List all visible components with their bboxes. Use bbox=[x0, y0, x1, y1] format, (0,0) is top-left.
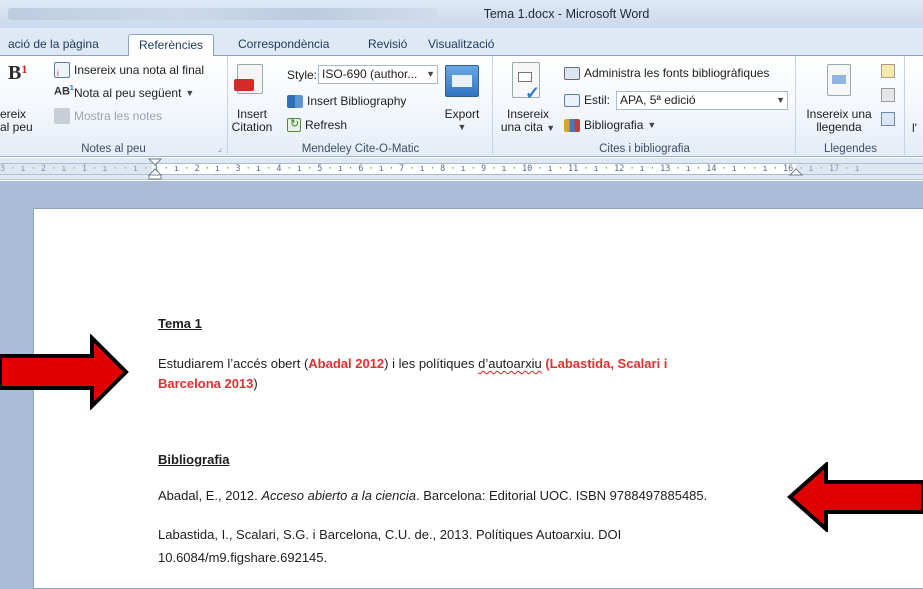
group-label-citations: Cites i bibliografia bbox=[599, 143, 690, 155]
misspelled-word: d’autoarxiu bbox=[478, 356, 542, 371]
citation-style-control: Estil: bbox=[564, 93, 610, 107]
insert-endnote-label: Insereix una nota al final bbox=[74, 63, 205, 77]
chevron-down-icon: ▼ bbox=[426, 69, 435, 79]
ruler-right-margin bbox=[796, 163, 923, 175]
export-button[interactable]: Export ▼ bbox=[440, 108, 484, 134]
chevron-down-icon: ▼ bbox=[647, 120, 657, 130]
mendeley-insert-citation-label-2: Citation bbox=[231, 120, 273, 134]
ref2-line2: 10.6084/m9.figshare.692145. bbox=[158, 550, 328, 565]
citation-abadal: Abadal 2012 bbox=[308, 356, 385, 371]
group-label-footnotes: Notes al peu bbox=[81, 143, 146, 155]
ref1-title: Acceso abierto a la ciencia bbox=[261, 488, 417, 503]
group-footnotes: B1 ereix al peu i Insereix una nota al f… bbox=[0, 56, 228, 157]
red-arrow-right-icon bbox=[0, 334, 129, 410]
title-bar: Tema 1.docx - Microsoft Word bbox=[0, 0, 923, 28]
insert-footnote-icon[interactable]: B1 bbox=[8, 62, 27, 85]
refresh-label: Refresh bbox=[305, 118, 348, 132]
chevron-down-icon: ▼ bbox=[457, 122, 467, 132]
insert-endnote-button[interactable]: i Insereix una nota al final bbox=[54, 62, 204, 78]
indent-marker-icon[interactable] bbox=[147, 158, 163, 180]
next-footnote-label: Nota al peu següent bbox=[74, 86, 182, 100]
insert-bibliography-button[interactable]: Insert Bibliography bbox=[287, 93, 406, 108]
mendeley-insert-citation-button[interactable]: Insert Citation bbox=[231, 108, 273, 134]
citation-style-select[interactable]: APA, 5ª edició ▼ bbox=[616, 91, 788, 110]
update-table-icon[interactable] bbox=[881, 88, 895, 102]
bibliography-icon bbox=[564, 118, 580, 132]
tab-references[interactable]: Referències bbox=[128, 34, 215, 57]
style-icon bbox=[564, 93, 580, 107]
mendeley-style-value: ISO-690 (author... bbox=[322, 67, 418, 81]
reference-abadal: Abadal, E., 2012. Acceso abierto a la ci… bbox=[158, 488, 707, 503]
window-title: Tema 1.docx - Microsoft Word bbox=[483, 7, 650, 21]
insert-cite-button[interactable]: Insereix una cita ▼ bbox=[500, 108, 556, 135]
paragraph-text-c: ) bbox=[253, 376, 258, 391]
insert-bibliography-label: Insert Bibliography bbox=[307, 93, 407, 108]
insert-citation-icon bbox=[234, 64, 263, 94]
citation-style-value: APA, 5ª edició bbox=[620, 93, 696, 107]
cross-reference-icon[interactable] bbox=[881, 112, 895, 126]
show-notes-icon bbox=[54, 108, 70, 124]
export-label: Export bbox=[444, 107, 480, 121]
next-footnote-button[interactable]: AB1 Nota al peu següent ▼ bbox=[54, 85, 194, 101]
tab-review[interactable]: Revisió bbox=[358, 34, 417, 56]
endnote-icon: i bbox=[54, 62, 70, 78]
citation-labastida-1: (Labastida, Scalari i bbox=[541, 356, 668, 371]
chevron-down-icon: ▼ bbox=[776, 95, 785, 105]
bibliography-label: Bibliografia bbox=[584, 118, 644, 132]
horizontal-ruler[interactable]: 3 · ı · 2 · ı · 1 · ı · · ı · 1 · ı · 2 … bbox=[0, 158, 923, 180]
group-label-mendeley: Mendeley Cite-O-Matic bbox=[301, 143, 420, 155]
dialog-launcher-icon[interactable]: ⌟ bbox=[218, 143, 222, 154]
doc-heading: Tema 1 bbox=[158, 316, 202, 331]
insert-footnote-label-2: al peu bbox=[0, 120, 33, 134]
ruler-left-margin bbox=[0, 163, 152, 175]
ref2-line1: Labastida, I., Scalari, S.G. i Barcelona… bbox=[158, 527, 622, 542]
bibliography-heading: Bibliografia bbox=[158, 452, 230, 467]
style-label: Style: bbox=[287, 68, 318, 82]
refresh-icon: ↻ bbox=[287, 118, 301, 132]
manage-sources-icon bbox=[564, 66, 580, 80]
group-label-captions: Llegendes bbox=[823, 143, 878, 155]
show-notes-label: Mostra les notes bbox=[74, 109, 163, 123]
tab-page-layout[interactable]: ació de la pàgina bbox=[0, 34, 109, 56]
chevron-down-icon: ▼ bbox=[546, 123, 556, 133]
export-icon bbox=[445, 65, 479, 97]
paragraph-text-b: ) i les polítiques bbox=[384, 356, 479, 371]
next-group-partial-label: l' bbox=[912, 121, 917, 135]
citation-style-label: Estil: bbox=[584, 93, 611, 107]
insert-table-of-figures-icon[interactable] bbox=[881, 64, 895, 78]
next-footnote-icon: AB1 bbox=[54, 85, 74, 98]
group-citations-bibliography: ✓ Insereix una cita ▼ Administra les fon… bbox=[494, 56, 796, 157]
insert-caption-icon bbox=[827, 64, 851, 96]
group-mendeley: Insert Citation Style: ISO-690 (author..… bbox=[229, 56, 493, 157]
refresh-button[interactable]: ↻ Refresh bbox=[287, 118, 347, 132]
paragraph-text-a: Estudiarem l’accés obert ( bbox=[158, 356, 309, 371]
chevron-down-icon[interactable]: ▼ bbox=[185, 88, 194, 98]
mendeley-style-select[interactable]: ISO-690 (author... ▼ bbox=[318, 65, 438, 84]
red-arrow-left-icon bbox=[786, 462, 923, 532]
insert-cite-label-2: una cita bbox=[500, 120, 543, 134]
manage-sources-label: Administra les fonts bibliogràfiques bbox=[584, 66, 770, 80]
bibliography-button[interactable]: Bibliografia ▼ bbox=[564, 118, 656, 132]
reference-labastida: Labastida, I., Scalari, S.G. i Barcelona… bbox=[158, 523, 621, 569]
insert-footnote-button[interactable]: ereix al peu bbox=[0, 108, 33, 134]
ribbon: B1 ereix al peu i Insereix una nota al f… bbox=[0, 56, 923, 157]
ref1-author: Abadal, E., 2012. bbox=[158, 488, 262, 503]
tab-mailings[interactable]: Correspondència bbox=[228, 34, 339, 56]
insert-cite-icon: ✓ bbox=[512, 62, 540, 103]
insert-caption-button[interactable]: Insereix una llegenda bbox=[801, 108, 877, 134]
tab-view[interactable]: Visualització bbox=[418, 34, 504, 56]
group-captions: Insereix una llegenda Llegendes bbox=[797, 56, 905, 157]
book-icon bbox=[287, 95, 303, 108]
doc-paragraph[interactable]: Estudiarem l’accés obert (Abadal 2012) i… bbox=[158, 354, 778, 394]
ribbon-tabs: ació de la pàgina Referències Correspond… bbox=[0, 28, 923, 57]
citation-labastida-2: Barcelona 2013 bbox=[158, 376, 254, 391]
insert-caption-label-2: llegenda bbox=[816, 120, 862, 134]
right-indent-marker-icon[interactable] bbox=[788, 158, 804, 180]
show-notes-button[interactable]: Mostra les notes bbox=[54, 108, 162, 124]
ref1-publisher: . Barcelona: Editorial UOC. ISBN 9788497… bbox=[416, 488, 708, 503]
manage-sources-button[interactable]: Administra les fonts bibliogràfiques bbox=[564, 66, 769, 80]
